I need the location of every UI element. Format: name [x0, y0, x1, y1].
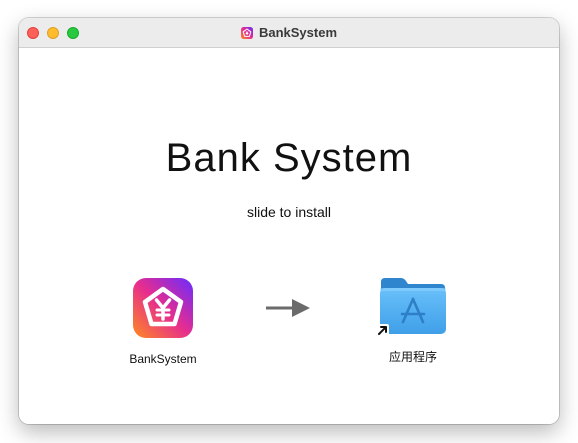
installer-subheading: slide to install — [246, 204, 332, 220]
window-title: BankSystem — [258, 25, 338, 40]
installer-window: ¥ BankSystem Bank System slide to instal… — [19, 18, 559, 424]
installer-content: Bank System slide to install BankSystem … — [19, 48, 559, 424]
installer-heading: Bank System — [165, 136, 413, 180]
svg-text:¥: ¥ — [246, 31, 249, 36]
folder-label: 应用程序 — [388, 350, 437, 364]
right-arrow-icon — [265, 297, 311, 319]
window-title-group: ¥ BankSystem — [19, 18, 559, 47]
banksystem-app-icon: ¥ — [240, 26, 253, 39]
app-label: BankSystem — [129, 352, 197, 366]
alias-arrow-icon — [377, 324, 389, 336]
title-bar[interactable]: ¥ BankSystem — [19, 18, 559, 48]
yen-pentagon-icon[interactable] — [133, 278, 193, 338]
